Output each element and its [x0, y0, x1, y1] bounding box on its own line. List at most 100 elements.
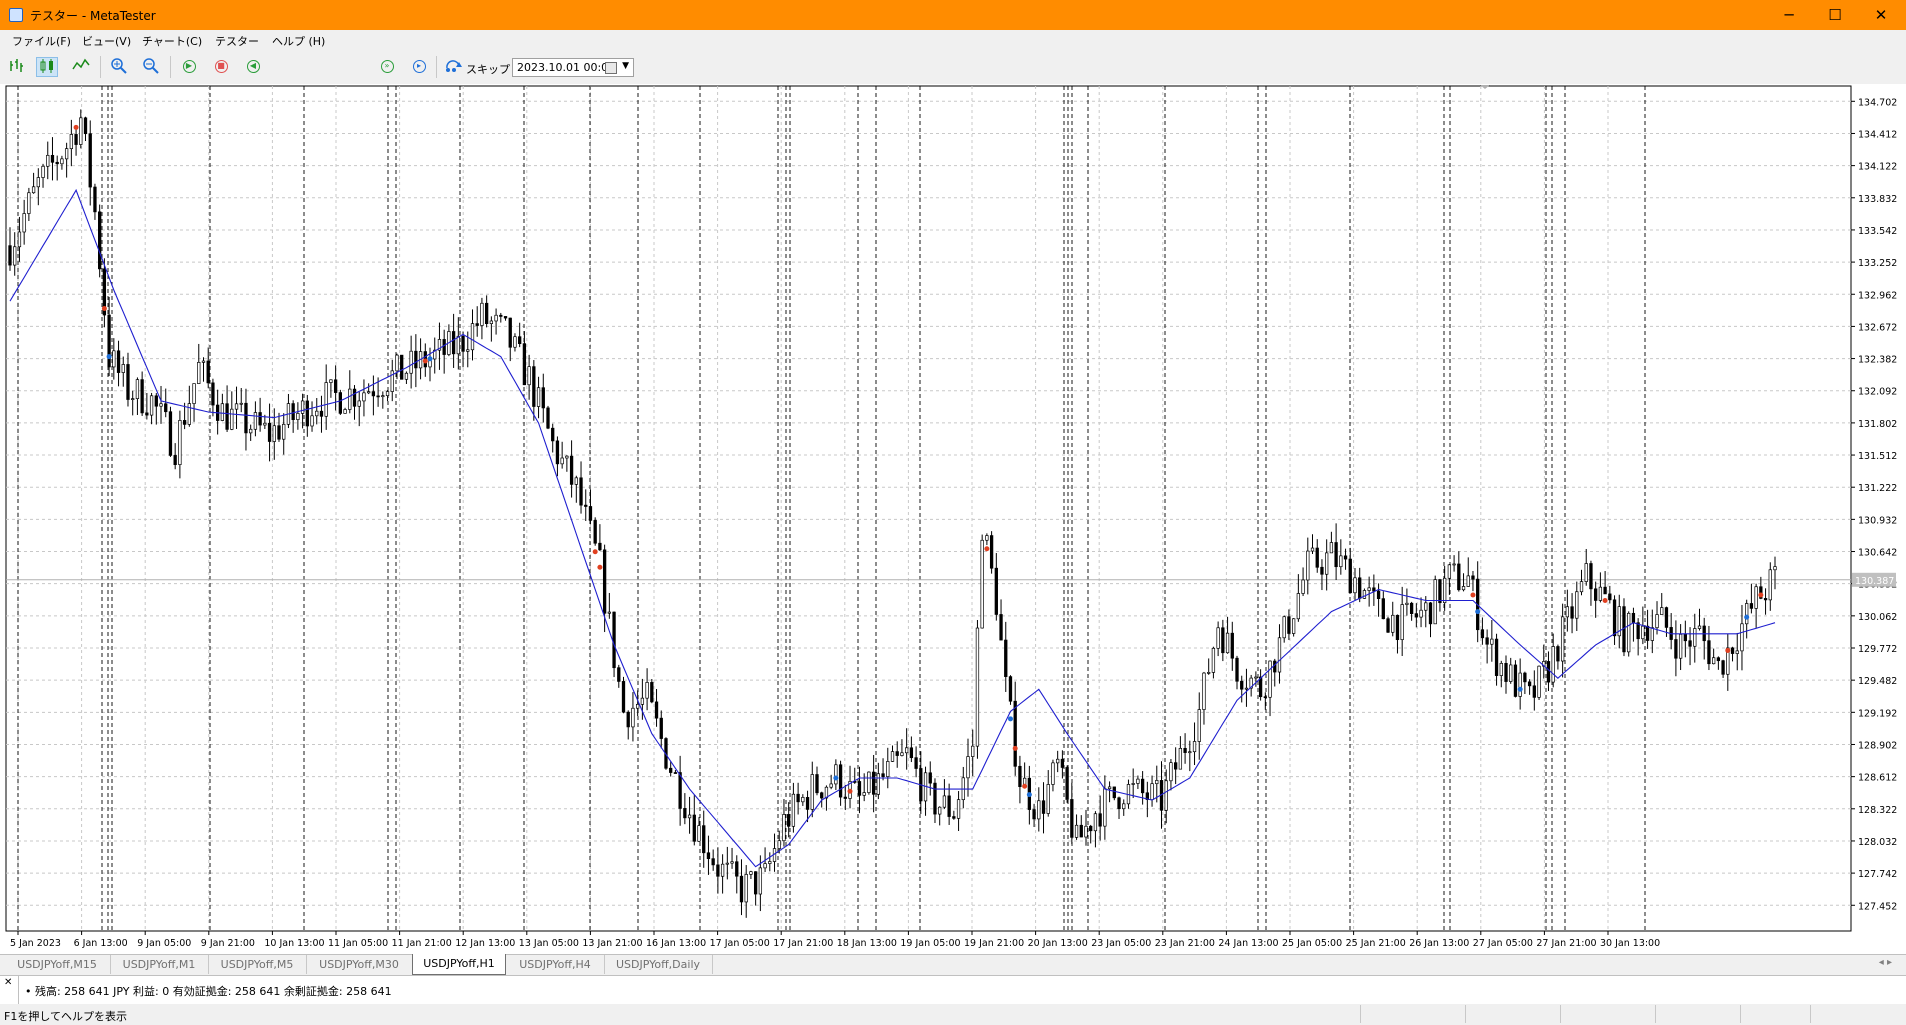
tab-m1[interactable]: USDJPYoff,M1 — [110, 955, 209, 974]
line-chart-icon[interactable] — [70, 57, 92, 77]
candle-body — [329, 379, 333, 383]
candle-body — [442, 339, 446, 355]
candle-body — [1419, 609, 1423, 618]
candle-body — [1358, 577, 1362, 599]
status-divider — [1810, 1005, 1811, 1023]
candle-body — [706, 852, 711, 860]
account-summary: • 残高: 258 641 JPY 利益: 0 有効証拠金: 258 641 余… — [25, 985, 392, 998]
stop-icon[interactable]: ■ — [210, 57, 232, 77]
rewind-icon[interactable]: ◀ — [242, 57, 264, 77]
date-picker[interactable]: 2023.10.01 00:00 ▼ — [512, 58, 634, 77]
candle-body — [367, 391, 371, 394]
candle-body — [673, 772, 678, 774]
candle-body — [201, 360, 206, 363]
trade-marker — [1470, 592, 1476, 598]
candle-body — [900, 752, 904, 756]
chart-area[interactable]: 134.702 134.412 134.122 133.832 133.542 133.2… — [0, 84, 1906, 954]
tab-scroll-arrows[interactable]: ◂ ▸ — [1879, 957, 1892, 968]
candle-body — [239, 402, 243, 405]
play-icon[interactable]: ▶ — [178, 57, 200, 77]
candle-body — [1376, 590, 1381, 600]
candle-body — [1273, 660, 1277, 673]
candle-body — [735, 861, 739, 877]
candle-body — [598, 542, 602, 551]
skip-icon[interactable] — [443, 57, 465, 77]
title-bar: テスター - MetaTester ─ ☐ ✕ — [0, 0, 1906, 30]
candle-body — [1424, 602, 1428, 611]
candle-body — [1711, 657, 1716, 665]
candle-body — [749, 871, 753, 875]
fast-forward-icon[interactable]: » — [376, 57, 398, 77]
trade-marker — [101, 306, 107, 312]
candle-body — [1650, 627, 1654, 641]
close-button[interactable]: ✕ — [1858, 0, 1904, 30]
candle-body — [791, 793, 796, 827]
price-chart[interactable]: 134.702 134.412 134.122 133.832 133.542 133.2… — [0, 84, 1906, 954]
candle-body — [871, 771, 876, 795]
price-tick-label: 133.832 — [1858, 194, 1897, 205]
candle-body — [395, 354, 399, 372]
candle-body — [555, 440, 560, 465]
menu-view[interactable]: ビュー(V) — [82, 33, 131, 49]
zoom-out-icon[interactable] — [140, 57, 162, 77]
tab-m15[interactable]: USDJPYoff,M15 — [4, 955, 111, 974]
candle-body — [211, 382, 215, 406]
time-tick-label: 16 Jan 13:00 — [646, 938, 706, 949]
skip-button-label[interactable]: スキップ — [466, 61, 510, 77]
candle-body — [168, 411, 173, 456]
candle-body — [352, 388, 357, 407]
chevron-down-icon[interactable]: ▼ — [622, 61, 629, 71]
tab-h1[interactable]: USDJPYoff,H1 — [412, 954, 506, 975]
trade-marker — [1022, 783, 1028, 789]
candle-body — [135, 379, 140, 399]
time-tick-label: 30 Jan 13:00 — [1600, 938, 1660, 949]
candle-body — [13, 246, 17, 266]
candle-body — [1362, 590, 1367, 599]
tab-m30[interactable]: USDJPYoff,M30 — [306, 955, 413, 974]
bar-chart-icon[interactable] — [6, 57, 28, 77]
candle-body — [282, 423, 286, 440]
candle-body — [829, 783, 833, 788]
candle-body — [362, 392, 366, 402]
zoom-in-icon[interactable] — [108, 57, 130, 77]
price-tick-label: 133.542 — [1858, 226, 1897, 237]
close-icon[interactable]: ✕ — [4, 977, 12, 988]
tab-m5[interactable]: USDJPYoff,M5 — [208, 955, 307, 974]
candle-body — [1560, 616, 1565, 662]
candle-chart-icon[interactable] — [36, 57, 58, 77]
candle-body — [1509, 664, 1513, 682]
tab-daily[interactable]: USDJPYoff,Daily — [604, 955, 713, 974]
candle-body — [220, 403, 225, 421]
candle-body — [1480, 629, 1485, 639]
calendar-icon[interactable] — [605, 62, 617, 74]
menu-file[interactable]: ファイル(F) — [12, 33, 71, 49]
candle-body — [905, 747, 909, 754]
candle-body — [1296, 593, 1301, 620]
candle-body — [1192, 741, 1197, 753]
candle-body — [569, 455, 574, 485]
candle-body — [763, 863, 767, 869]
candle-body — [1678, 633, 1683, 659]
candle-body — [234, 403, 239, 410]
trade-marker — [1475, 609, 1481, 615]
time-tick-label: 17 Jan 05:00 — [710, 938, 770, 949]
candle-body — [1310, 547, 1315, 552]
menu-tester[interactable]: テスター — [215, 33, 259, 49]
candle-body — [253, 412, 258, 430]
candle-body — [1202, 672, 1206, 710]
candle-body — [1655, 614, 1659, 629]
maximize-button[interactable]: ☐ — [1812, 0, 1858, 30]
price-tick-label: 129.192 — [1858, 708, 1897, 719]
step-end-icon[interactable]: ▸ — [408, 57, 430, 77]
candle-body — [607, 611, 611, 614]
menu-help[interactable]: ヘルプ (H) — [272, 33, 325, 49]
candle-body — [1183, 747, 1187, 753]
tab-h4[interactable]: USDJPYoff,H4 — [506, 955, 605, 974]
minimize-button[interactable]: ─ — [1766, 0, 1812, 30]
trade-marker — [1758, 592, 1764, 598]
menu-chart[interactable]: チャート(C) — [142, 33, 202, 49]
candle-body — [768, 861, 772, 864]
price-tick-label: 130.932 — [1858, 515, 1897, 526]
candle-body — [178, 420, 182, 465]
trade-marker — [1744, 614, 1750, 620]
